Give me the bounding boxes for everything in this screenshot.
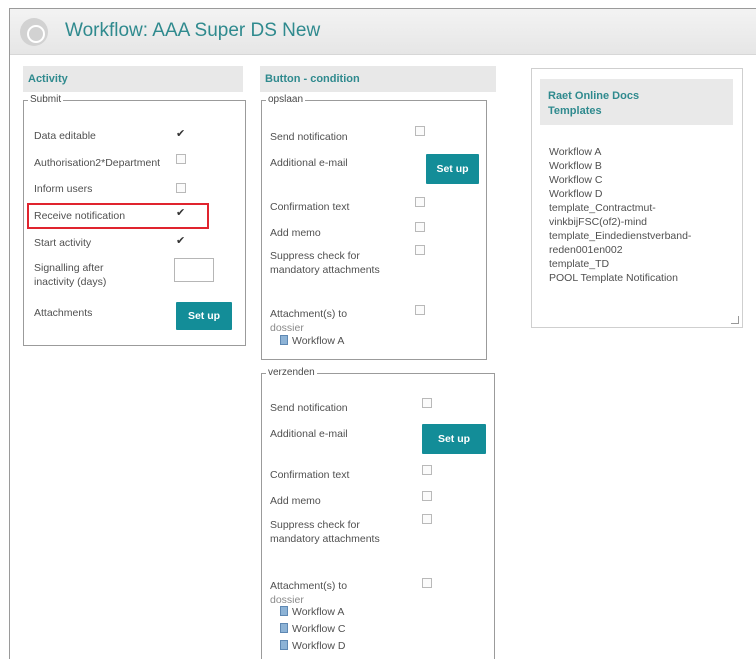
receive-notification-checkbox[interactable]: ✔ bbox=[176, 208, 186, 219]
submit-legend: Submit bbox=[30, 94, 62, 105]
signalling-days-input[interactable] bbox=[174, 258, 214, 282]
opslaan-attached-doc-label: Workflow A bbox=[292, 335, 345, 347]
verzenden-legend: verzenden bbox=[268, 367, 315, 378]
template-item[interactable]: Workflow A bbox=[549, 145, 601, 159]
opslaan-suppress-label-1: Suppress check for bbox=[270, 250, 360, 262]
templates-heading: Raet Online Docs Templates bbox=[540, 79, 733, 125]
verzenden-attached-doc[interactable]: Workflow C bbox=[280, 622, 345, 636]
verzenden-confirmation-text-label: Confirmation text bbox=[270, 469, 350, 481]
button-condition-heading: Button - condition bbox=[260, 66, 496, 92]
verzenden-attached-doc-label-d: Workflow D bbox=[292, 640, 346, 652]
activity-heading: Activity bbox=[23, 66, 243, 92]
verzenden-attachments-checkbox[interactable] bbox=[422, 578, 432, 588]
verzenden-send-notification-label: Send notification bbox=[270, 402, 348, 414]
attachments-label: Attachments bbox=[34, 307, 93, 319]
template-item[interactable]: Workflow D bbox=[549, 187, 602, 201]
start-activity-checkbox[interactable]: ✔ bbox=[176, 236, 186, 247]
opslaan-confirmation-text-label: Confirmation text bbox=[270, 201, 350, 213]
verzenden-attachments-label-1: Attachment(s) to bbox=[270, 580, 348, 592]
window-header: Workflow: AAA Super DS New bbox=[10, 9, 756, 55]
verzenden-confirmation-text-checkbox[interactable] bbox=[422, 465, 432, 475]
inform-users-label: Inform users bbox=[34, 183, 93, 195]
template-item[interactable]: reden001en002 bbox=[549, 243, 623, 257]
receive-notification-label: Receive notification bbox=[34, 210, 126, 222]
app-logo-icon bbox=[20, 18, 48, 46]
templates-heading-line-1: Raet Online Docs bbox=[548, 90, 640, 102]
workflow-window: Workflow: AAA Super DS New Activity Subm… bbox=[9, 8, 756, 659]
template-item[interactable]: Workflow B bbox=[549, 159, 602, 173]
template-item[interactable]: template_TD bbox=[549, 257, 609, 271]
template-item[interactable]: vinkbijFSC(of2)-mind bbox=[549, 215, 647, 229]
verzenden-additional-email-label: Additional e-mail bbox=[270, 428, 348, 440]
document-icon bbox=[280, 335, 288, 345]
data-editable-label: Data editable bbox=[34, 130, 96, 142]
verzenden-send-notification-checkbox[interactable] bbox=[422, 398, 432, 408]
opslaan-add-memo-checkbox[interactable] bbox=[415, 222, 425, 232]
opslaan-send-notification-label: Send notification bbox=[270, 131, 348, 143]
verzenden-attached-doc-label-c: Workflow C bbox=[292, 623, 346, 635]
opslaan-suppress-label-2: mandatory attachments bbox=[270, 264, 380, 276]
verzenden-attached-doc[interactable]: Workflow D bbox=[280, 639, 345, 653]
opslaan-additional-email-label: Additional e-mail bbox=[270, 157, 348, 169]
template-item[interactable]: Workflow C bbox=[549, 173, 602, 187]
verzenden-add-memo-label: Add memo bbox=[270, 495, 321, 507]
templates-heading-line-2: Templates bbox=[548, 105, 602, 117]
inform-users-checkbox[interactable] bbox=[176, 183, 186, 193]
signalling-label-2: inactivity (days) bbox=[34, 276, 107, 288]
templates-panel: Raet Online Docs Templates Workflow A Wo… bbox=[531, 68, 743, 328]
authorisation-label: Authorisation2*Department bbox=[34, 157, 161, 169]
opslaan-attachments-checkbox[interactable] bbox=[415, 305, 425, 315]
opslaan-suppress-checkbox[interactable] bbox=[415, 245, 425, 255]
document-icon bbox=[280, 640, 288, 650]
verzenden-setup-button[interactable]: Set up bbox=[422, 424, 486, 454]
page-title: Workflow: AAA Super DS New bbox=[65, 20, 321, 41]
opslaan-attached-doc[interactable]: Workflow A bbox=[280, 334, 344, 348]
start-activity-label: Start activity bbox=[34, 237, 92, 249]
verzenden-suppress-label-1: Suppress check for bbox=[270, 519, 360, 531]
opslaan-legend: opslaan bbox=[268, 94, 304, 105]
template-item[interactable]: template_Contractmut- bbox=[549, 201, 656, 215]
signalling-label-1: Signalling after bbox=[34, 262, 104, 274]
verzenden-suppress-checkbox[interactable] bbox=[422, 514, 432, 524]
opslaan-confirmation-text-checkbox[interactable] bbox=[415, 197, 425, 207]
verzenden-attached-doc-label-a: Workflow A bbox=[292, 606, 345, 618]
template-item[interactable]: POOL Template Notification bbox=[549, 271, 678, 285]
data-editable-checkbox[interactable]: ✔ bbox=[176, 129, 186, 140]
resize-handle-icon[interactable] bbox=[731, 316, 739, 324]
opslaan-add-memo-label: Add memo bbox=[270, 227, 321, 239]
verzenden-attached-doc[interactable]: Workflow A bbox=[280, 605, 344, 619]
document-icon bbox=[280, 623, 288, 633]
opslaan-send-notification-checkbox[interactable] bbox=[415, 126, 425, 136]
document-icon bbox=[280, 606, 288, 616]
verzenden-add-memo-checkbox[interactable] bbox=[422, 491, 432, 501]
verzenden-suppress-label-2: mandatory attachments bbox=[270, 533, 380, 545]
activity-setup-button[interactable]: Set up bbox=[176, 302, 232, 330]
template-item[interactable]: template_Eindedienstverband- bbox=[549, 229, 691, 243]
opslaan-attachments-label-1: Attachment(s) to bbox=[270, 308, 348, 320]
authorisation-checkbox[interactable] bbox=[176, 154, 186, 164]
opslaan-setup-button[interactable]: Set up bbox=[426, 154, 479, 184]
